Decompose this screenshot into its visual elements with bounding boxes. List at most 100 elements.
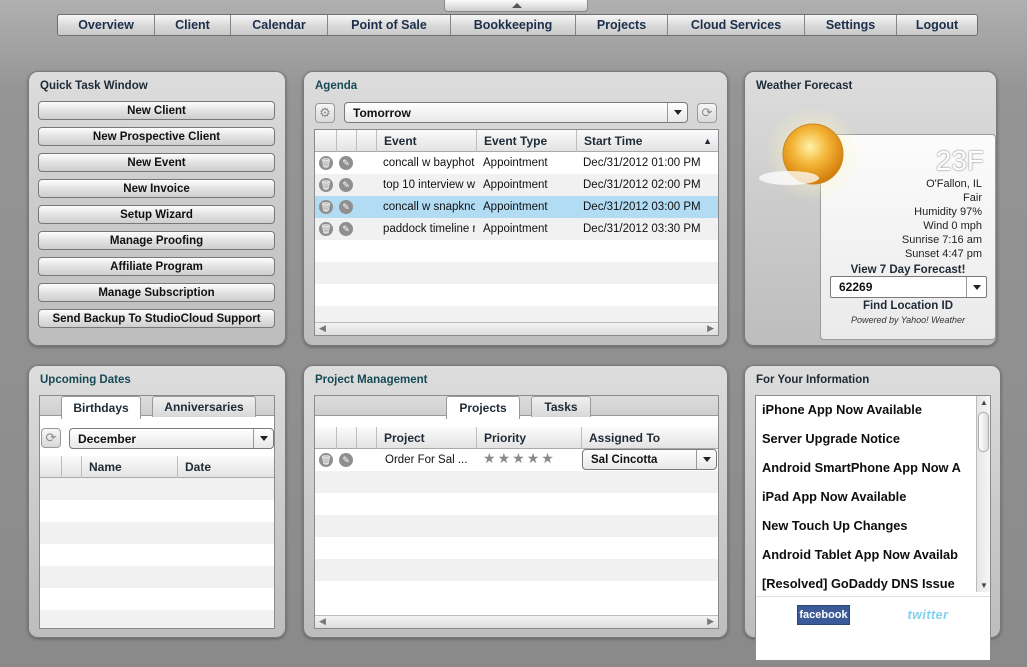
grid-header: Event Event Type Start Time ▲ bbox=[315, 130, 718, 152]
list-item[interactable]: iPad App Now Available bbox=[762, 489, 906, 504]
col-name[interactable]: Name bbox=[82, 456, 178, 478]
list-item[interactable]: New Touch Up Changes bbox=[762, 518, 908, 533]
vertical-scrollbar[interactable]: ▲ ▼ bbox=[976, 396, 990, 592]
gear-icon[interactable]: ⚙ bbox=[315, 103, 335, 123]
tab-tasks[interactable]: Tasks bbox=[531, 396, 591, 417]
top-collapse-handle[interactable] bbox=[444, 0, 588, 12]
trash-icon[interactable]: 🗑 bbox=[319, 200, 333, 214]
project-name: Order For Sal ... bbox=[385, 454, 468, 466]
table-row[interactable]: 🗑 ✎ concall w snapkno Appointment Dec/31/201… bbox=[315, 196, 718, 218]
scroll-right-icon[interactable]: ▶ bbox=[707, 323, 714, 334]
nav-bookkeeping[interactable]: Bookkeeping bbox=[451, 15, 576, 35]
event-type: Appointment bbox=[483, 201, 548, 213]
horizontal-scrollbar[interactable]: ◀ ▶ bbox=[315, 615, 718, 628]
col-event[interactable]: Event bbox=[377, 130, 477, 152]
new-prospective-client-button[interactable]: New Prospective Client bbox=[38, 127, 275, 146]
facebook-button[interactable]: facebook bbox=[797, 605, 850, 625]
col-priority[interactable]: Priority bbox=[477, 427, 582, 449]
scroll-left-icon[interactable]: ◀ bbox=[319, 323, 326, 334]
chevron-down-icon[interactable] bbox=[966, 277, 986, 297]
weather-panel: Weather Forecast 23F O'Fallon, IL Fair H… bbox=[744, 71, 997, 346]
agenda-range-value: Tomorrow bbox=[353, 105, 411, 120]
affiliate-program-button[interactable]: Affiliate Program bbox=[38, 257, 275, 276]
list-item[interactable]: Android Tablet App Now Availab bbox=[762, 547, 958, 562]
event-type: Appointment bbox=[483, 157, 548, 169]
assigned-to-select[interactable]: Sal Cincotta bbox=[582, 449, 717, 470]
star-icon[interactable]: ★ bbox=[541, 450, 554, 467]
fyi-body: iPhone App Now Available Server Upgrade … bbox=[755, 395, 991, 661]
pencil-icon[interactable]: ✎ bbox=[339, 453, 353, 467]
star-icon[interactable]: ★ bbox=[527, 450, 540, 467]
twitter-button[interactable]: twitter bbox=[902, 605, 954, 625]
nav-client[interactable]: Client bbox=[155, 15, 231, 35]
weather-humidity: Humidity 97% bbox=[914, 206, 982, 218]
scroll-right-icon[interactable]: ▶ bbox=[707, 616, 714, 627]
col-date[interactable]: Date bbox=[178, 456, 274, 478]
nav-overview[interactable]: Overview bbox=[58, 15, 155, 35]
nav-point-of-sale[interactable]: Point of Sale bbox=[328, 15, 451, 35]
find-location-link[interactable]: Find Location ID bbox=[821, 300, 995, 312]
month-select[interactable]: December bbox=[69, 428, 274, 449]
table-row[interactable]: 🗑 ✎ concall w bayphot Appointment Dec/31/201… bbox=[315, 152, 718, 174]
nav-cloud-services[interactable]: Cloud Services bbox=[668, 15, 805, 35]
sun-icon bbox=[759, 108, 861, 202]
trash-icon[interactable]: 🗑 bbox=[319, 178, 333, 192]
manage-subscription-button[interactable]: Manage Subscription bbox=[38, 283, 275, 302]
location-id-input[interactable]: 62269 bbox=[830, 276, 987, 298]
trash-icon[interactable]: 🗑 bbox=[319, 156, 333, 170]
star-icon[interactable]: ★ bbox=[498, 450, 511, 467]
priority-stars[interactable]: ★ ★ ★ ★ ★ bbox=[477, 447, 577, 469]
star-icon[interactable]: ★ bbox=[512, 450, 525, 467]
list-item[interactable]: [Resolved] GoDaddy DNS Issue bbox=[762, 576, 955, 591]
list-item[interactable]: iPhone App Now Available bbox=[762, 402, 922, 417]
trash-icon[interactable]: 🗑 bbox=[319, 453, 333, 467]
scroll-left-icon[interactable]: ◀ bbox=[319, 616, 326, 627]
table-row[interactable]: 🗑 ✎ paddock timeline r Appointment Dec/31/20… bbox=[315, 218, 718, 240]
weather-wind: Wind 0 mph bbox=[923, 220, 982, 232]
nav-calendar[interactable]: Calendar bbox=[231, 15, 328, 35]
table-row bbox=[315, 515, 718, 537]
pencil-icon[interactable]: ✎ bbox=[339, 178, 353, 192]
pencil-icon[interactable]: ✎ bbox=[339, 156, 353, 170]
col-start-time[interactable]: Start Time ▲ bbox=[577, 130, 718, 152]
table-row bbox=[315, 240, 718, 262]
manage-proofing-button[interactable]: Manage Proofing bbox=[38, 231, 275, 250]
pencil-icon[interactable]: ✎ bbox=[339, 200, 353, 214]
list-item[interactable]: Android SmartPhone App Now A bbox=[762, 460, 961, 475]
scroll-up-icon[interactable]: ▲ bbox=[980, 398, 988, 407]
event-start: Dec/31/2012 01:00 PM bbox=[583, 157, 701, 169]
col-project[interactable]: Project bbox=[377, 427, 477, 449]
nav-settings[interactable]: Settings bbox=[805, 15, 897, 35]
table-row[interactable]: 🗑 ✎ Order For Sal ... ★ ★ ★ ★ ★ Sal Cincotta bbox=[315, 449, 718, 471]
new-invoice-button[interactable]: New Invoice bbox=[38, 179, 275, 198]
tab-birthdays[interactable]: Birthdays bbox=[61, 396, 141, 419]
col-assigned-to[interactable]: Assigned To bbox=[582, 427, 718, 449]
fyi-panel: For Your Information iPhone App Now Avai… bbox=[744, 365, 1001, 661]
refresh-icon[interactable]: ⟳ bbox=[697, 103, 717, 123]
setup-wizard-button[interactable]: Setup Wizard bbox=[38, 205, 275, 224]
view-forecast-link[interactable]: View 7 Day Forecast! bbox=[821, 264, 995, 276]
panel-title: Project Management bbox=[315, 374, 428, 386]
horizontal-scrollbar[interactable]: ◀ ▶ bbox=[315, 322, 718, 335]
tab-projects[interactable]: Projects bbox=[446, 396, 520, 419]
list-item[interactable]: Server Upgrade Notice bbox=[762, 431, 900, 446]
send-backup-button[interactable]: Send Backup To StudioCloud Support bbox=[38, 309, 275, 328]
tab-anniversaries[interactable]: Anniversaries bbox=[152, 396, 256, 417]
star-icon[interactable]: ★ bbox=[483, 450, 496, 467]
col-event-type[interactable]: Event Type bbox=[477, 130, 577, 152]
scroll-thumb[interactable] bbox=[978, 412, 989, 452]
agenda-range-select[interactable]: Tomorrow bbox=[344, 102, 688, 123]
weather-location: O'Fallon, IL bbox=[926, 178, 982, 190]
table-row[interactable]: 🗑 ✎ top 10 interview w Appointment Dec/31/20… bbox=[315, 174, 718, 196]
nav-projects[interactable]: Projects bbox=[576, 15, 668, 35]
trash-icon[interactable]: 🗑 bbox=[319, 222, 333, 236]
temperature: 23F bbox=[935, 145, 984, 176]
pencil-icon[interactable]: ✎ bbox=[339, 222, 353, 236]
new-event-button[interactable]: New Event bbox=[38, 153, 275, 172]
nav-logout[interactable]: Logout bbox=[897, 15, 977, 35]
scroll-down-icon[interactable]: ▼ bbox=[980, 581, 988, 590]
event-start: Dec/31/2012 02:00 PM bbox=[583, 179, 701, 191]
refresh-icon[interactable]: ⟳ bbox=[41, 428, 61, 448]
new-client-button[interactable]: New Client bbox=[38, 101, 275, 120]
event-type: Appointment bbox=[483, 223, 548, 235]
